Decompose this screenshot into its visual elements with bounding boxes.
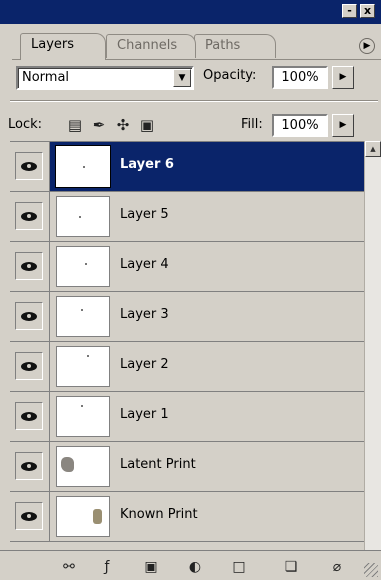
panel-titlebar: - x (0, 0, 381, 24)
link-layers-icon[interactable]: ⚯ (58, 557, 80, 577)
layer-name: Layer 4 (120, 257, 169, 272)
visibility-toggle[interactable] (10, 392, 50, 441)
layers-scrollbar[interactable]: ▲ ▼ (364, 141, 381, 573)
layer-thumbnail (56, 346, 110, 387)
delete-layer-icon[interactable]: ⌀ (326, 557, 348, 577)
layer-thumbnail (56, 246, 110, 287)
eye-icon (21, 362, 37, 371)
layer-row[interactable]: Layer 3 (10, 292, 364, 342)
opacity-slider-button[interactable]: ▶ (332, 66, 354, 89)
layer-row[interactable]: Known Print (10, 492, 364, 542)
layer-name: Latent Print (120, 457, 196, 472)
close-button[interactable]: x (360, 4, 375, 18)
visibility-toggle[interactable] (10, 442, 50, 491)
chevron-down-icon[interactable]: ▼ (173, 69, 191, 87)
blend-mode-value: Normal (22, 70, 70, 85)
visibility-toggle[interactable] (10, 492, 50, 541)
panel-bottom-bar: ⚯ ƒ ▣ ◐ □ ❏ ⌀ (0, 550, 381, 580)
lock-image-pixels-icon[interactable]: ✒ (88, 114, 110, 136)
divider (10, 100, 378, 102)
opacity-field[interactable]: 100% (272, 66, 328, 89)
new-group-icon[interactable]: □ (228, 557, 250, 577)
tab-channels[interactable]: Channels (106, 34, 196, 58)
visibility-toggle[interactable] (10, 142, 50, 191)
layer-row[interactable]: Layer 5 (10, 192, 364, 242)
layer-name: Layer 5 (120, 207, 169, 222)
layer-row[interactable]: Layer 1 (10, 392, 364, 442)
layer-thumbnail (56, 196, 110, 237)
lock-all-icon[interactable]: ▣ (136, 114, 158, 136)
visibility-toggle[interactable] (10, 192, 50, 241)
visibility-toggle[interactable] (10, 242, 50, 291)
panel-menu-arrow-icon[interactable]: ▶ (359, 38, 375, 54)
eye-icon (21, 212, 37, 221)
blend-mode-select[interactable]: Normal ▼ (16, 66, 194, 90)
eye-icon (21, 162, 37, 171)
layer-row[interactable]: Layer 4 (10, 242, 364, 292)
layers-panel: Paths Channels Layers ▶ Normal ▼ Opacity… (0, 24, 381, 580)
eye-icon (21, 262, 37, 271)
visibility-toggle[interactable] (10, 342, 50, 391)
eye-icon (21, 412, 37, 421)
lock-position-icon[interactable]: ✣ (112, 114, 134, 136)
panel-tabs: Paths Channels Layers (12, 33, 381, 60)
layer-row[interactable]: Latent Print (10, 442, 364, 492)
fill-slider-button[interactable]: ▶ (332, 114, 354, 137)
layer-thumbnail (56, 296, 110, 337)
layer-thumbnail (56, 496, 110, 537)
layer-name: Layer 2 (120, 357, 169, 372)
layer-mask-icon[interactable]: ▣ (140, 557, 162, 577)
layer-row[interactable]: Layer 6 (10, 142, 364, 192)
lock-label: Lock: (8, 117, 43, 132)
resize-grip[interactable] (364, 563, 378, 577)
visibility-toggle[interactable] (10, 292, 50, 341)
layer-row[interactable]: Layer 2 (10, 342, 364, 392)
layer-name: Known Print (120, 507, 198, 522)
fill-field[interactable]: 100% (272, 114, 328, 137)
layer-thumbnail (56, 446, 110, 487)
layer-name: Layer 6 (120, 157, 174, 172)
layer-thumbnail (56, 396, 110, 437)
layers-list: Layer 6 Layer 5 Layer 4 Layer 3 Layer 2 … (10, 141, 364, 573)
scroll-up-icon[interactable]: ▲ (365, 141, 381, 157)
tab-layers[interactable]: Layers (20, 33, 106, 60)
eye-icon (21, 512, 37, 521)
opacity-label: Opacity: (203, 68, 257, 83)
layer-name: Layer 1 (120, 407, 169, 422)
layer-name: Layer 3 (120, 307, 169, 322)
eye-icon (21, 312, 37, 321)
layer-style-icon[interactable]: ƒ (96, 557, 118, 577)
adjustment-layer-icon[interactable]: ◐ (184, 557, 206, 577)
tab-paths[interactable]: Paths (194, 34, 276, 58)
minimize-button[interactable]: - (342, 4, 357, 18)
new-layer-icon[interactable]: ❏ (280, 557, 302, 577)
eye-icon (21, 462, 37, 471)
fill-label: Fill: (241, 117, 263, 132)
lock-transparent-pixels-icon[interactable]: ▤ (64, 114, 86, 136)
layer-thumbnail (56, 146, 110, 187)
